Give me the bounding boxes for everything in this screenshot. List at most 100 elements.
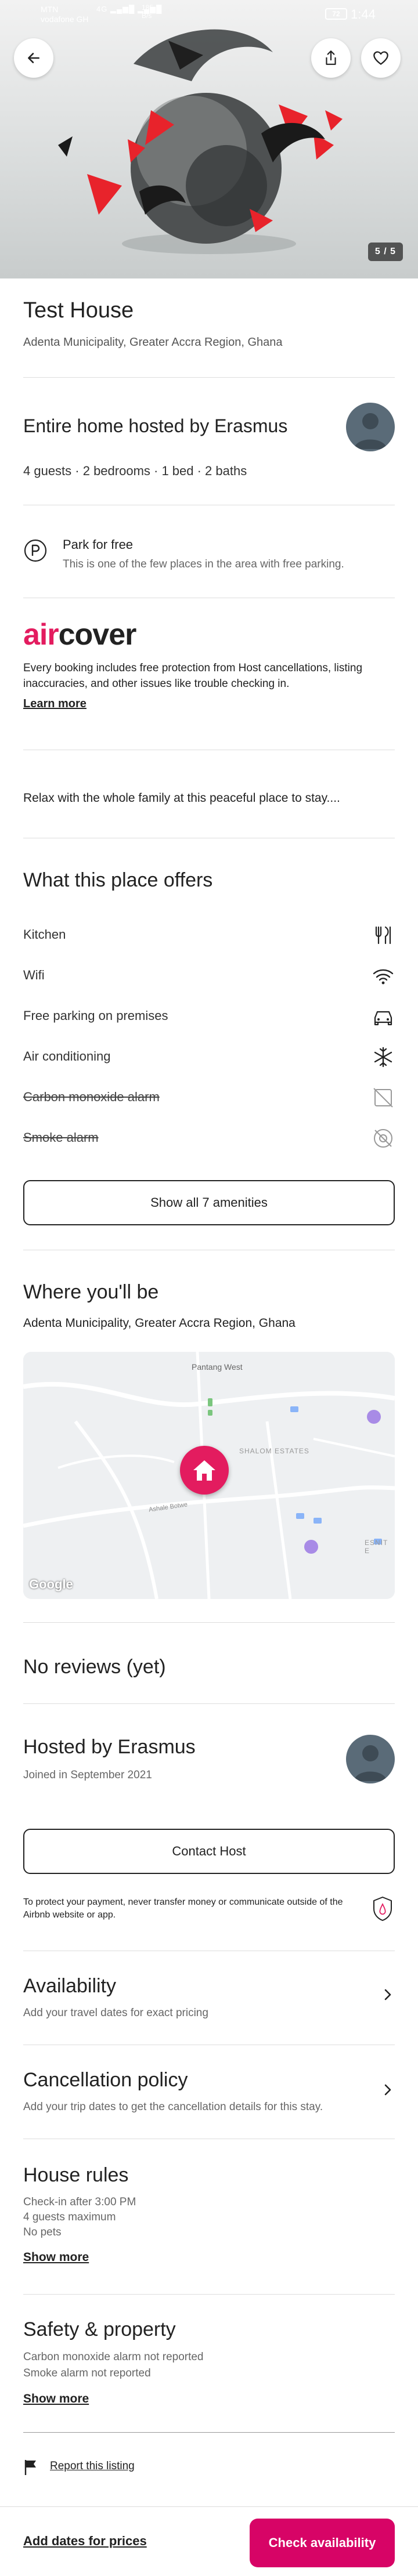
map-label-pantang: Pantang West — [192, 1362, 243, 1372]
amenity-label: Smoke alarm — [23, 1130, 99, 1145]
divider — [23, 1703, 395, 1704]
availability-row[interactable]: Availability Add your travel dates for e… — [23, 1975, 395, 2021]
amenities-heading-wrap: What this place offers — [23, 869, 395, 892]
description-text: Relax with the whole family at this peac… — [23, 791, 340, 805]
snowflake-icon — [374, 1047, 392, 1068]
highlight-title: Park for free — [63, 537, 134, 552]
carrier-info: MTN vodafone GH — [41, 5, 89, 24]
listing-header: Test House Adenta Municipality, Greater … — [23, 298, 395, 349]
amenity-label: Wifi — [23, 968, 45, 982]
car-icon — [374, 1011, 392, 1026]
cancellation-row[interactable]: Cancellation policy Add your trip dates … — [23, 2069, 395, 2115]
network-speed-value: 185 — [142, 3, 154, 12]
host-summary-heading: Entire home hosted by Erasmus — [23, 415, 288, 436]
add-dates-link[interactable]: Add dates for prices — [23, 2534, 147, 2549]
safety-show-more-link[interactable]: Show more — [23, 2392, 395, 2406]
location-map[interactable]: Pantang West SHALOM ESTATES ESNIT E Asha… — [23, 1352, 395, 1599]
arrow-left-icon — [28, 53, 39, 63]
safety-list: Carbon monoxide alarm not reported Smoke… — [23, 2349, 395, 2382]
cancellation-heading: Cancellation policy — [23, 2069, 188, 2091]
safety-heading: Safety & property — [23, 2318, 176, 2340]
amenity-parking: Free parking on premises — [23, 1005, 395, 1028]
location-address: Adenta Municipality, Greater Accra Regio… — [23, 1316, 296, 1330]
highlight-description: This is one of the few places in the are… — [63, 558, 344, 570]
listing-description[interactable]: Relax with the whole family at this peac… — [23, 791, 395, 805]
amenity-label: Kitchen — [23, 927, 66, 942]
check-availability-button[interactable]: Check availability — [250, 2519, 395, 2567]
host-section: Hosted by Erasmus Joined in September 20… — [23, 1736, 395, 1782]
wishlist-button[interactable] — [361, 38, 401, 78]
smoke-alarm-icon — [374, 1129, 392, 1148]
aircover-logo: aircover — [23, 617, 395, 652]
aircover-learn-more-link[interactable]: Learn more — [23, 697, 395, 711]
map-label-esnit: ESNIT E — [365, 1539, 388, 1555]
back-button[interactable] — [14, 38, 53, 78]
map-home-marker[interactable] — [180, 1446, 229, 1495]
safety-item: Smoke alarm not reported — [23, 2367, 151, 2379]
kitchen-icon — [375, 926, 391, 945]
parking-highlight: Park for free This is one of the few pla… — [23, 536, 395, 577]
report-listing-link[interactable]: Report this listing — [50, 2460, 135, 2473]
shield-icon — [373, 1897, 392, 1921]
parking-icon — [24, 539, 47, 562]
battery-icon: 72 — [325, 8, 347, 20]
chevron-right-icon — [384, 1989, 391, 2000]
house-rule: No pets — [23, 2226, 62, 2238]
network-speed: 185 B/s — [142, 3, 153, 20]
location-heading: Where you'll be — [23, 1281, 159, 1303]
co-alarm-icon — [373, 1088, 393, 1108]
home-icon — [193, 1460, 215, 1481]
divider — [23, 377, 395, 378]
photo-counter: 5 / 5 — [368, 243, 403, 261]
carrier-primary: MTN — [41, 5, 59, 14]
amenity-air-conditioning: Air conditioning — [23, 1045, 395, 1069]
house-rule: 4 guests maximum — [23, 2211, 116, 2223]
avatar[interactable] — [346, 403, 395, 451]
house-rule: Check-in after 3:00 PM — [23, 2196, 136, 2208]
avatar-placeholder-icon — [354, 413, 387, 449]
amenity-wifi: Wifi — [23, 964, 395, 987]
reviews-heading: No reviews (yet) — [23, 1656, 166, 1678]
aircover-logo-cover: cover — [58, 618, 137, 652]
host-heading: Hosted by Erasmus — [23, 1736, 196, 1758]
wifi-icon — [373, 969, 394, 985]
divider — [23, 2294, 395, 2295]
clock: 1:44 — [351, 7, 376, 21]
listing-photo-carousel[interactable]: 5 / 5 — [0, 0, 418, 278]
divider — [23, 2432, 395, 2433]
host-joined: Joined in September 2021 — [23, 1769, 152, 1781]
avatar-placeholder-icon — [354, 1745, 387, 1781]
house-rules-section: House rules Check-in after 3:00 PM 4 gue… — [23, 2164, 395, 2264]
amenity-label: Air conditioning — [23, 1049, 111, 1063]
booking-footer: Add dates for prices Check availability — [0, 2506, 418, 2576]
listing-capacity: 4 guests · 2 bedrooms · 1 bed · 2 baths — [23, 464, 247, 478]
listing-title: Test House — [23, 298, 134, 323]
map-label-shalom: SHALOM ESTATES — [239, 1447, 309, 1455]
payment-warning: To protect your payment, never transfer … — [23, 1896, 348, 1922]
host-summary: Entire home hosted by Erasmus 4 guests ·… — [23, 415, 395, 479]
reviews-section: No reviews (yet) — [23, 1656, 395, 1678]
amenity-smoke-alarm: Smoke alarm — [23, 1127, 395, 1150]
host-avatar[interactable] — [346, 1735, 395, 1783]
amenity-kitchen: Kitchen — [23, 924, 395, 947]
safety-item: Carbon monoxide alarm not reported — [23, 2351, 204, 2363]
share-icon — [326, 50, 336, 65]
house-rules-heading: House rules — [23, 2164, 129, 2186]
contact-host-button[interactable]: Contact Host — [23, 1829, 395, 1874]
heart-icon — [373, 51, 388, 65]
location-section: Where you'll be Adenta Municipality, Gre… — [23, 1281, 395, 1330]
aircover-logo-air: air — [23, 618, 59, 652]
availability-sub: Add your travel dates for exact pricing — [23, 2007, 208, 2019]
aircover-section: aircover Every booking includes free pro… — [23, 617, 395, 711]
payment-warning-text: To protect your payment, never transfer … — [23, 1897, 343, 1920]
google-attribution: Google — [29, 1577, 73, 1591]
house-rules-show-more-link[interactable]: Show more — [23, 2251, 395, 2264]
share-button[interactable] — [311, 38, 351, 78]
show-all-amenities-button[interactable]: Show all 7 amenities — [23, 1180, 395, 1225]
amenity-co-alarm: Carbon monoxide alarm — [23, 1086, 395, 1109]
status-bar: MTN vodafone GH 4G ▂▄▆█ ▂▄▆█ 185 B/s 72 … — [0, 0, 418, 28]
amenities-heading: What this place offers — [23, 869, 213, 891]
listing-location: Adenta Municipality, Greater Accra Regio… — [23, 336, 283, 349]
report-listing-row[interactable]: Report this listing — [23, 2458, 395, 2477]
availability-heading: Availability — [23, 1975, 117, 1997]
